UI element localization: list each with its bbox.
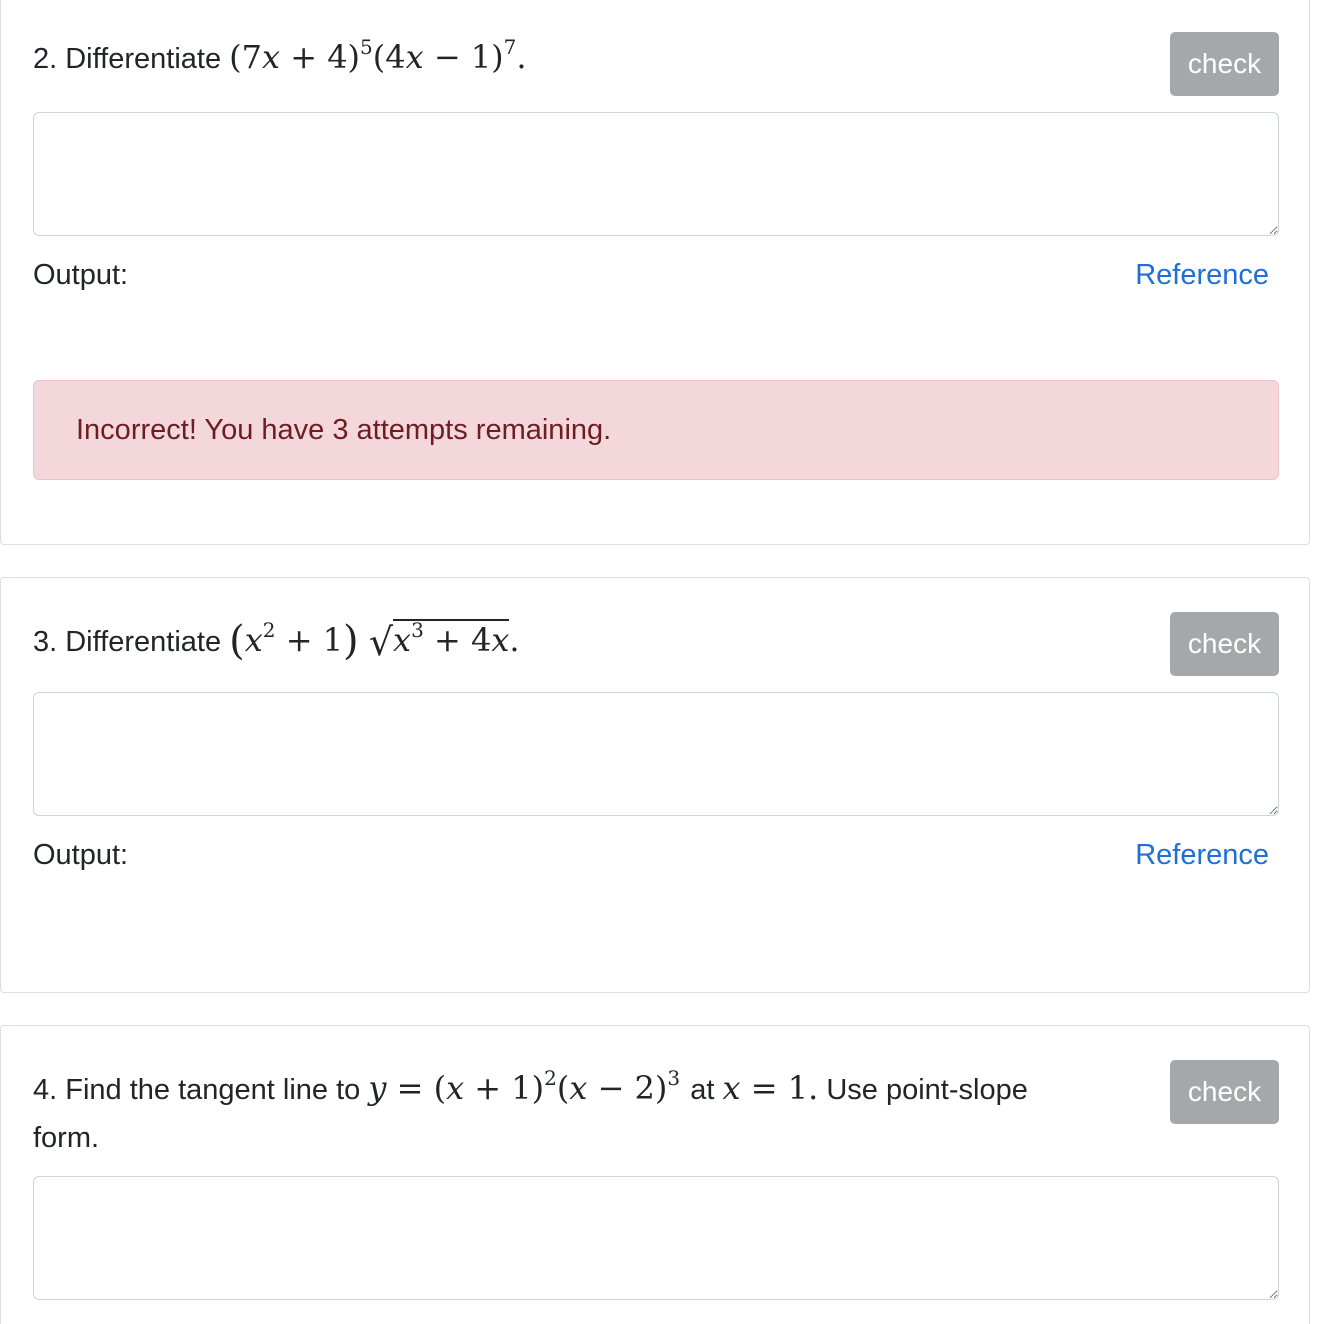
formula-var: y xyxy=(368,1069,387,1107)
answer-input-2[interactable] xyxy=(33,112,1279,236)
formula-var: x xyxy=(261,38,281,76)
formula-var: x xyxy=(491,621,510,659)
question-3-formula: (x2 + 1) √x3 + 4x. xyxy=(229,618,520,664)
output-label-3: Output: xyxy=(33,839,129,871)
question-4-label: 4. Find the tangent line to xyxy=(33,1074,361,1106)
check-button-3[interactable]: check xyxy=(1170,612,1279,676)
question-2-label: 2. Differentiate xyxy=(33,43,222,75)
question-2-prompt: 2. Differentiate (7x + 4)5(4x − 1)7. xyxy=(33,33,527,83)
sqrt-expression: √x3 + 4x xyxy=(369,616,510,666)
formula-part: + 4 xyxy=(423,621,492,659)
formula-var: x xyxy=(244,621,263,659)
formula-var: x xyxy=(405,38,424,76)
answer-input-3[interactable] xyxy=(33,692,1279,816)
output-label-2: Output: xyxy=(33,259,129,291)
question-4-condition: x = 1. xyxy=(723,1069,819,1107)
check-button-4[interactable]: check xyxy=(1170,1060,1279,1124)
formula-part: (7 xyxy=(229,38,262,76)
question-card-2: 2. Differentiate (7x + 4)5(4x − 1)7. che… xyxy=(0,0,1310,545)
formula-exponent: 3 xyxy=(411,618,424,642)
formula-exponent: 2 xyxy=(544,1066,557,1090)
check-button-2[interactable]: check xyxy=(1170,32,1279,96)
formula-part: ( xyxy=(229,618,245,664)
formula-exponent: 7 xyxy=(503,35,517,59)
question-3-prompt: 3. Differentiate (x2 + 1) √x3 + 4x. xyxy=(33,616,520,666)
incorrect-alert: Incorrect! You have 3 attempts remaining… xyxy=(33,380,1279,480)
formula-part: ( xyxy=(556,1069,570,1107)
reference-link-2[interactable]: Reference xyxy=(1135,257,1269,293)
question-4-formula: y = (x + 1)2(x − 2)3 xyxy=(368,1066,690,1107)
question-4-prompt: 4. Find the tangent line to y = (x + 1)2… xyxy=(33,1064,1143,1162)
formula-exponent: 3 xyxy=(667,1066,681,1090)
formula-var: x xyxy=(722,1069,741,1107)
question-4-line2: form. xyxy=(33,1122,100,1154)
question-card-3: 3. Differentiate (x2 + 1) √x3 + 4x. chec… xyxy=(0,577,1310,993)
question-2-formula: (7x + 4)5(4x − 1)7. xyxy=(229,35,527,76)
question-4-tail: Use point-slope xyxy=(826,1074,1028,1106)
formula-part: − 1) xyxy=(423,38,504,76)
reference-link-3[interactable]: Reference xyxy=(1135,837,1269,873)
formula-var: x xyxy=(446,1069,465,1107)
formula-part: . xyxy=(516,38,527,76)
formula-part: + 4) xyxy=(280,38,361,76)
formula-part: ) xyxy=(343,618,359,664)
formula-part: = ( xyxy=(386,1069,447,1107)
question-3-label: 3. Differentiate xyxy=(33,626,222,658)
formula-exponent: 5 xyxy=(360,35,373,59)
formula-part: − 2) xyxy=(587,1069,668,1107)
formula-var: x xyxy=(569,1069,588,1107)
formula-part: = 1. xyxy=(740,1069,819,1107)
formula-part: + 1 xyxy=(275,621,344,659)
formula-exponent: 2 xyxy=(262,618,276,642)
sqrt-radicand: x3 + 4x xyxy=(393,618,510,659)
answer-input-4[interactable] xyxy=(33,1176,1279,1300)
question-4-at: at xyxy=(690,1074,715,1106)
formula-var: x xyxy=(393,621,412,659)
formula-part: + 1) xyxy=(464,1069,545,1107)
formula-part: (4 xyxy=(372,38,406,76)
sqrt-icon: √ xyxy=(368,620,394,664)
formula-part: . xyxy=(509,621,520,659)
question-card-4: 4. Find the tangent line to y = (x + 1)2… xyxy=(0,1025,1310,1324)
